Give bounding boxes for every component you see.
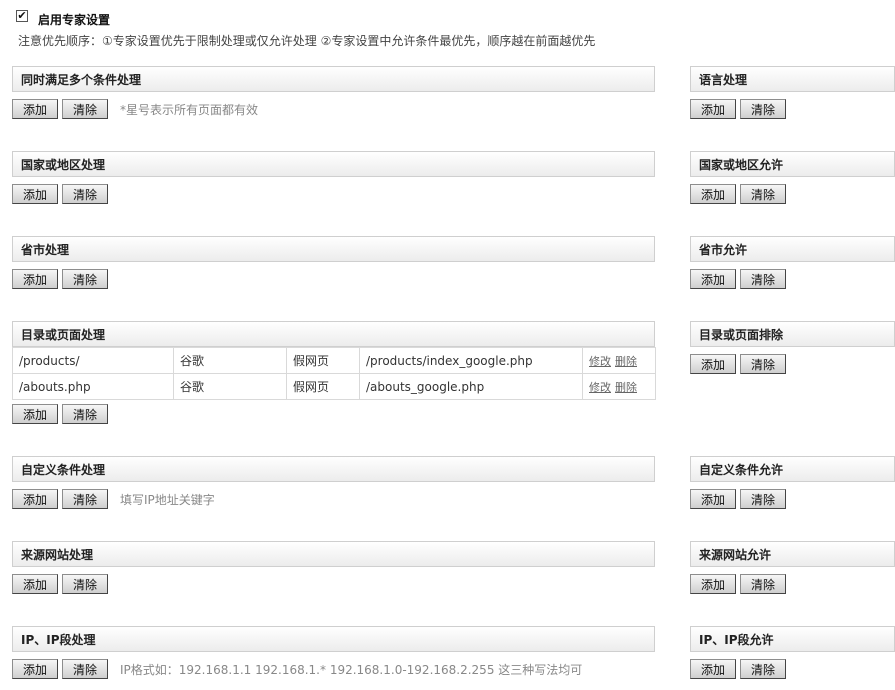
add-button[interactable]: 添加 — [12, 659, 58, 679]
hint-text: 填写IP地址关键字 — [120, 492, 215, 507]
add-button[interactable]: 添加 — [690, 354, 736, 374]
section-title: 目录或页面处理 — [12, 321, 655, 347]
clear-button[interactable]: 清除 — [740, 659, 786, 679]
engine-cell: 谷歌 — [173, 373, 287, 400]
clear-button[interactable]: 清除 — [62, 184, 108, 204]
section-title: IP、IP段处理 — [12, 626, 655, 652]
add-button[interactable]: 添加 — [690, 99, 736, 119]
add-button[interactable]: 添加 — [12, 99, 58, 119]
add-button[interactable]: 添加 — [12, 574, 58, 594]
hint-text: IP格式如：192.168.1.1 192.168.1.* 192.168.1.… — [120, 662, 583, 677]
actions-cell: 修改 删除 — [582, 373, 656, 400]
section-language: 语言处理 添加 清除 — [690, 66, 895, 122]
add-button[interactable]: 添加 — [690, 659, 736, 679]
edit-link[interactable]: 修改 — [589, 381, 611, 394]
table-row: /abouts.php 谷歌 假网页 /abouts_google.php 修改… — [12, 373, 656, 400]
section-title: 国家或地区处理 — [12, 151, 655, 177]
section-province-allow: 省市允许 添加 清除 — [690, 236, 895, 292]
section-title: 语言处理 — [690, 66, 895, 92]
clear-button[interactable]: 清除 — [740, 269, 786, 289]
section-directory: 目录或页面处理 /products/ 谷歌 假网页 /products/inde… — [12, 321, 656, 427]
edit-link[interactable]: 修改 — [589, 355, 611, 368]
add-button[interactable]: 添加 — [12, 404, 58, 424]
engine-cell: 谷歌 — [173, 347, 287, 374]
type-cell: 假网页 — [286, 347, 360, 374]
directory-rules-table: /products/ 谷歌 假网页 /products/index_google… — [12, 347, 656, 400]
delete-link[interactable]: 删除 — [615, 355, 637, 368]
clear-button[interactable]: 清除 — [62, 404, 108, 424]
path-cell: /abouts.php — [12, 373, 174, 400]
expert-settings-title: 启用专家设置 — [38, 13, 111, 27]
section-directory-exclude: 目录或页面排除 添加 清除 — [690, 321, 895, 377]
section-country-allow: 国家或地区允许 添加 清除 — [690, 151, 895, 207]
add-button[interactable]: 添加 — [12, 489, 58, 509]
target-cell: /products/index_google.php — [359, 347, 583, 374]
section-title: 省市允许 — [690, 236, 895, 262]
section-title: 同时满足多个条件处理 — [12, 66, 655, 92]
clear-button[interactable]: 清除 — [62, 574, 108, 594]
clear-button[interactable]: 清除 — [62, 489, 108, 509]
actions-cell: 修改 删除 — [582, 347, 656, 374]
clear-button[interactable]: 清除 — [62, 659, 108, 679]
section-ip: IP、IP段处理 添加 清除 IP格式如：192.168.1.1 192.168… — [12, 626, 655, 682]
add-button[interactable]: 添加 — [690, 269, 736, 289]
section-source-allow: 来源网站允许 添加 清除 — [690, 541, 895, 597]
section-custom-condition: 自定义条件处理 添加 清除 填写IP地址关键字 — [12, 456, 655, 512]
clear-button[interactable]: 清除 — [740, 354, 786, 374]
type-cell: 假网页 — [286, 373, 360, 400]
clear-button[interactable]: 清除 — [740, 99, 786, 119]
section-title: 自定义条件允许 — [690, 456, 895, 482]
clear-button[interactable]: 清除 — [62, 269, 108, 289]
path-cell: /products/ — [12, 347, 174, 374]
expert-settings-checkbox[interactable]: ✔ — [16, 10, 28, 22]
add-button[interactable]: 添加 — [12, 269, 58, 289]
add-button[interactable]: 添加 — [690, 184, 736, 204]
section-multi-condition: 同时满足多个条件处理 添加 清除 *星号表示所有页面都有效 — [12, 66, 655, 122]
section-title: 来源网站处理 — [12, 541, 655, 567]
section-custom-allow: 自定义条件允许 添加 清除 — [690, 456, 895, 512]
section-title: 省市处理 — [12, 236, 655, 262]
target-cell: /abouts_google.php — [359, 373, 583, 400]
section-title: 国家或地区允许 — [690, 151, 895, 177]
hint-text: *星号表示所有页面都有效 — [120, 102, 259, 117]
clear-button[interactable]: 清除 — [62, 99, 108, 119]
section-source-site: 来源网站处理 添加 清除 — [12, 541, 655, 597]
clear-button[interactable]: 清除 — [740, 489, 786, 509]
priority-note: 注意优先顺序：①专家设置优先于限制处理或仅允许处理 ②专家设置中允许条件最优先，… — [18, 34, 596, 48]
section-title: 来源网站允许 — [690, 541, 895, 567]
section-province: 省市处理 添加 清除 — [12, 236, 655, 292]
section-title: 目录或页面排除 — [690, 321, 895, 347]
section-country: 国家或地区处理 添加 清除 — [12, 151, 655, 207]
section-ip-allow: IP、IP段允许 添加 清除 — [690, 626, 895, 682]
clear-button[interactable]: 清除 — [740, 574, 786, 594]
table-row: /products/ 谷歌 假网页 /products/index_google… — [12, 347, 656, 374]
delete-link[interactable]: 删除 — [615, 381, 637, 394]
section-title: 自定义条件处理 — [12, 456, 655, 482]
clear-button[interactable]: 清除 — [740, 184, 786, 204]
section-title: IP、IP段允许 — [690, 626, 895, 652]
add-button[interactable]: 添加 — [690, 489, 736, 509]
add-button[interactable]: 添加 — [690, 574, 736, 594]
add-button[interactable]: 添加 — [12, 184, 58, 204]
